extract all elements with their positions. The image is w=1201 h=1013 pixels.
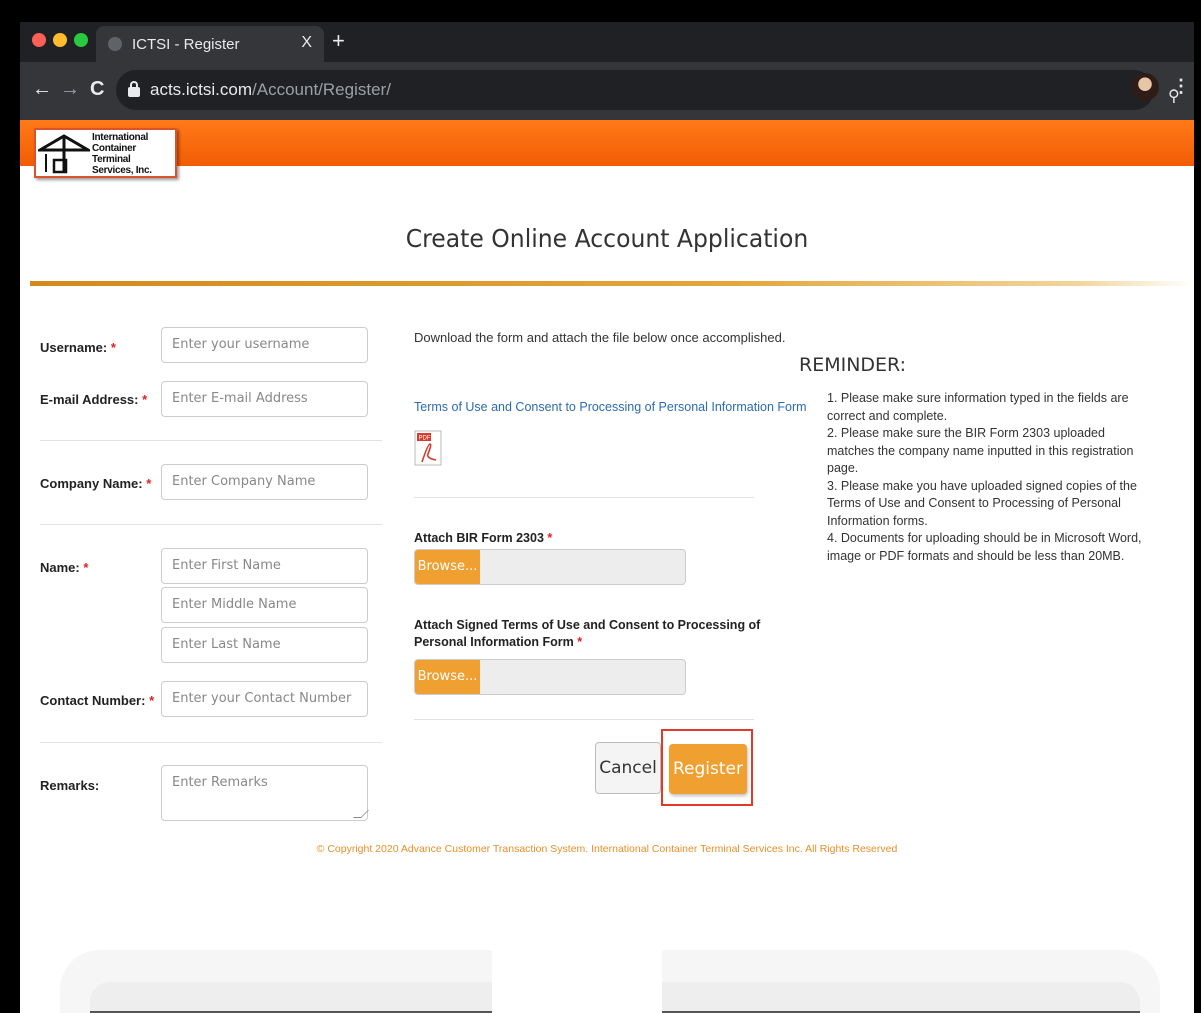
browser-menu-icon[interactable]: ⋮ [1172,76,1190,97]
register-button[interactable]: Register [669,744,747,794]
form-divider [40,524,382,525]
address-bar[interactable]: acts.ictsi.com/Account/Register/ ⚲ ☆ [116,70,1201,110]
bir-file-input[interactable]: Browse... [414,549,686,585]
last-name-input[interactable]: Enter Last Name [161,627,368,663]
email-input[interactable]: Enter E-mail Address [161,381,368,417]
cancel-button[interactable]: Cancel [595,742,661,794]
tab-close-icon[interactable]: X [301,34,312,52]
forward-arrow-icon[interactable]: → [60,78,80,101]
bir-browse-button[interactable]: Browse... [415,550,480,584]
page-title: Create Online Account Application [405,224,809,253]
back-arrow-icon[interactable]: ← [32,78,52,101]
resize-handle-icon[interactable] [353,810,369,818]
reminder-list: 1. Please make sure information typed in… [827,390,1147,565]
company-name-input[interactable]: Enter Company Name [161,464,368,500]
page-bottom-notch [492,950,662,1013]
middle-name-input[interactable]: Enter Middle Name [161,587,368,623]
reload-icon[interactable]: C [90,78,104,101]
pdf-icon[interactable]: PDF [414,430,442,466]
reminder-item: 1. Please make sure information typed in… [827,391,1129,423]
terms-browse-button[interactable]: Browse... [415,660,480,694]
reminder-title: REMINDER: [799,354,907,376]
copyright-footer: © Copyright 2020 Advance Customer Transa… [316,843,898,855]
reminder-item: 2. Please make sure the BIR Form 2303 up… [827,426,1134,475]
email-label: E-mail Address: * [40,392,148,407]
download-instruction: Download the form and attach the file be… [414,330,786,345]
window-controls [32,33,88,47]
company-label: Company Name: * [40,476,152,491]
svg-text:PDF: PDF [419,436,431,442]
terms-attach-label: Attach Signed Terms of Use and Consent t… [414,618,761,649]
browser-tab-bar: ICTSI - Register X + [20,22,1194,62]
url-text: acts.ictsi.com/Account/Register/ [150,80,391,99]
screen: ICTSI - Register X + ← → C acts.ictsi.co… [0,0,1201,1013]
reminder-item: 3. Please make you have uploaded signed … [827,478,1137,528]
username-input[interactable]: Enter your username [161,327,368,363]
ictsi-logo[interactable]: International Container Terminal Service… [34,128,177,178]
site-header [20,120,1194,166]
reminder-item: 4. Documents for uploading should be in … [827,531,1142,563]
first-name-input[interactable]: Enter First Name [161,548,368,584]
web-page: International Container Terminal Service… [20,120,1194,1013]
middle-divider [414,497,754,498]
form-divider [40,742,382,743]
terms-file-input[interactable]: Browse... [414,659,686,695]
remarks-textarea[interactable]: Enter Remarks [161,765,369,821]
crane-logo-icon [38,134,90,174]
contact-label: Contact Number: * [40,693,155,708]
logo-text: International Container Terminal Service… [92,132,152,176]
close-window-button[interactable] [32,33,46,47]
minimize-window-button[interactable] [53,33,67,47]
tab-title: ICTSI - Register [132,35,240,53]
new-tab-button[interactable]: + [332,28,345,54]
browser-toolbar: ← → C acts.ictsi.com/Account/Register/ ⚲… [20,62,1201,120]
terms-form-link[interactable]: Terms of Use and Consent to Processing o… [414,400,807,414]
maximize-window-button[interactable] [74,33,88,47]
middle-divider [414,719,754,720]
form-divider [40,440,382,441]
globe-icon [108,37,122,51]
name-label: Name: * [40,560,89,575]
browser-tab[interactable]: ICTSI - Register X [96,26,324,62]
username-label: Username: * [40,340,116,355]
profile-avatar[interactable] [1131,73,1159,101]
lock-icon [128,81,140,97]
title-divider [30,281,1194,286]
contact-number-input[interactable]: Enter your Contact Number [161,681,368,717]
remarks-label: Remarks: [40,778,100,793]
bir-attach-label: Attach BIR Form 2303 * [414,531,553,545]
